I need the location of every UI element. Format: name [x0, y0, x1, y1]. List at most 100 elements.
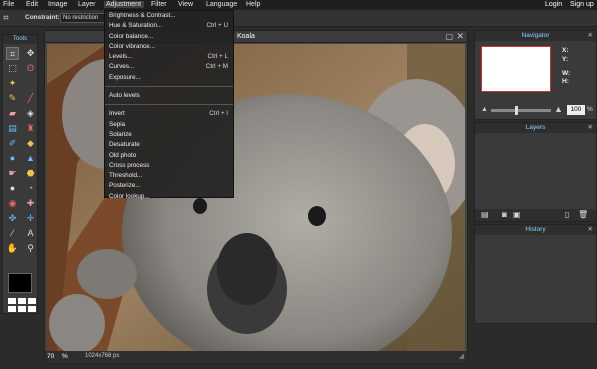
brush-tool-icon[interactable]: ╱	[24, 92, 37, 105]
pencil-tool-icon[interactable]: ✎	[6, 92, 19, 105]
menu-item-color-balance[interactable]: Color balance...	[105, 32, 233, 42]
smudge-tool-icon[interactable]: ☛	[6, 167, 19, 180]
history-titlebar[interactable]: History ✕	[475, 225, 596, 235]
options-bar: ⌗ Constraint: No restriction	[0, 10, 597, 27]
crop-tool-icon[interactable]: ⌗	[6, 47, 19, 60]
menu-file[interactable]: File	[1, 1, 14, 8]
layer-style-icon[interactable]: ▣	[513, 210, 521, 219]
menu-item-label: Solarize	[109, 130, 132, 138]
menu-item-label: Hue & Saturation...	[109, 22, 163, 30]
view-toggle-cell[interactable]	[8, 306, 16, 312]
w-label: W:	[562, 70, 571, 77]
menu-filter[interactable]: Filter	[149, 1, 167, 8]
red-eye-tool-icon[interactable]: ◉	[6, 197, 19, 210]
layer-mask-icon[interactable]: ◙	[502, 210, 507, 219]
pinch-tool-icon[interactable]: ✛	[24, 212, 37, 225]
dodge-tool-icon[interactable]: ●	[6, 182, 19, 195]
menu-item-color-vibrance[interactable]: Color vibrance...	[105, 42, 233, 52]
eraser-tool-icon[interactable]: ▰	[6, 107, 19, 120]
zoom-tool-icon[interactable]: ⚲	[24, 242, 37, 255]
menu-item-color-lookup[interactable]: Color lookup...	[105, 192, 233, 202]
menu-item-old-photo[interactable]: Old photo	[105, 151, 233, 161]
resize-grip-icon[interactable]: ◢	[459, 352, 464, 360]
navigator-close-icon[interactable]: ✕	[588, 31, 593, 41]
new-layer-icon[interactable]: ▯	[565, 210, 569, 219]
color-replace-icon[interactable]: ✐	[6, 137, 19, 150]
menu-edit[interactable]: Edit	[24, 1, 38, 8]
menu-item-curves[interactable]: Curves... Ctrl + M	[105, 62, 233, 72]
menu-item-posterize[interactable]: Posterize...	[105, 181, 233, 191]
zoom-value[interactable]: 70	[47, 353, 54, 360]
menu-item-shortcut: Ctrl + L	[207, 53, 228, 61]
layers-title: Layers	[525, 124, 546, 131]
menu-item-invert[interactable]: Invert Ctrl + I	[105, 109, 233, 119]
fill-tool-icon[interactable]: ◈	[24, 107, 37, 120]
zoom-in-mountain-icon[interactable]: ▲	[554, 104, 563, 114]
view-toggles[interactable]	[8, 298, 36, 312]
menu-image[interactable]: Image	[46, 1, 67, 8]
close-icon[interactable]: ✕	[456, 31, 464, 42]
menu-item-label: Brightness & Contrast...	[109, 12, 176, 19]
menu-item-sepia[interactable]: Sepia	[105, 120, 233, 130]
view-toggle-cell[interactable]	[8, 298, 16, 304]
drawing-tool-icon[interactable]: ◆	[24, 137, 37, 150]
menu-help[interactable]: Help	[244, 1, 260, 8]
menu-separator	[105, 101, 233, 106]
menu-language[interactable]: Language	[204, 1, 237, 8]
move-tool-icon[interactable]: ✥	[24, 47, 37, 60]
menu-item-label: Sepia	[109, 120, 126, 128]
menu-item-hue-saturation[interactable]: Hue & Saturation... Ctrl + U	[105, 21, 233, 31]
navigator-panel: Navigator ✕ X: Y: W: H: ▲ ▲ 100 %	[474, 30, 597, 120]
menu-item-desaturate[interactable]: Desaturate	[105, 140, 233, 150]
burn-tool-icon[interactable]: ◔	[24, 182, 37, 195]
magic-wand-icon[interactable]: ✦	[6, 77, 19, 90]
sponge-tool-icon[interactable]: ⬣	[24, 167, 37, 180]
view-toggle-cell[interactable]	[28, 298, 36, 304]
sharpen-tool-icon[interactable]: ▲	[24, 152, 37, 165]
menu-item-brightness-contrast[interactable]: Brightness & Contrast...	[105, 11, 233, 21]
menu-item-exposure[interactable]: Exposure...	[105, 73, 233, 83]
navigator-titlebar[interactable]: Navigator ✕	[475, 31, 596, 41]
lasso-tool-icon[interactable]: ʘ	[24, 62, 37, 75]
layer-settings-icon[interactable]: ▤	[481, 210, 489, 219]
zoom-out-mountain-icon[interactable]: ▲	[481, 106, 488, 113]
menu-item-shortcut: Ctrl + U	[206, 22, 228, 30]
hand-tool-icon[interactable]: ✋	[6, 242, 19, 255]
type-tool-icon[interactable]: A	[24, 227, 37, 240]
color-picker-icon[interactable]: ⁄	[6, 227, 19, 240]
menu-item-solarize[interactable]: Solarize	[105, 130, 233, 140]
layers-titlebar[interactable]: Layers ✕	[475, 123, 596, 133]
zoom-slider-thumb[interactable]	[515, 106, 518, 115]
primary-color-swatch[interactable]	[8, 273, 32, 293]
zoom-slider[interactable]	[491, 106, 551, 115]
menu-item-threshold[interactable]: Threshold...	[105, 171, 233, 181]
constraint-select[interactable]: No restriction	[60, 13, 108, 23]
signup-link[interactable]: Sign up	[570, 1, 594, 8]
maximize-icon[interactable]: ▢	[445, 32, 453, 41]
login-link[interactable]: Login	[545, 1, 562, 8]
spot-heal-icon[interactable]: ✚	[24, 197, 37, 210]
bloat-tool-icon[interactable]: ✜	[6, 212, 19, 225]
navigator-zoom-input[interactable]: 100	[567, 105, 585, 115]
tools-panel: Tools ⌗ ✥ ⬚ ʘ ✦ ✎ ╱ ▰ ◈ ▤ ♜ ✐ ◆ ● ▲ ☛ ⬣ …	[2, 34, 38, 314]
menu-view[interactable]: View	[176, 1, 193, 8]
history-close-icon[interactable]: ✕	[588, 225, 593, 235]
navigator-preview[interactable]	[481, 46, 551, 92]
menu-item-auto-levels[interactable]: Auto levels	[105, 91, 233, 101]
delete-layer-icon[interactable]: 🗑	[578, 210, 588, 219]
history-panel: History ✕	[474, 224, 597, 324]
gradient-tool-icon[interactable]: ▤	[6, 122, 19, 135]
blank-tool-icon[interactable]	[24, 77, 37, 90]
menu-item-levels[interactable]: Levels... Ctrl + L	[105, 52, 233, 62]
blur-tool-icon[interactable]: ●	[6, 152, 19, 165]
view-toggle-cell[interactable]	[28, 306, 36, 312]
view-toggle-cell[interactable]	[18, 306, 26, 312]
view-toggle-cell[interactable]	[18, 298, 26, 304]
menu-item-cross-process[interactable]: Cross process	[105, 161, 233, 171]
marquee-tool-icon[interactable]: ⬚	[6, 62, 19, 75]
stamp-tool-icon[interactable]: ♜	[24, 122, 37, 135]
layers-close-icon[interactable]: ✕	[588, 123, 593, 133]
menu-layer[interactable]: Layer	[76, 1, 96, 8]
menu-adjustment[interactable]: Adjustment	[104, 1, 145, 8]
navigator-title: Navigator	[521, 32, 550, 39]
